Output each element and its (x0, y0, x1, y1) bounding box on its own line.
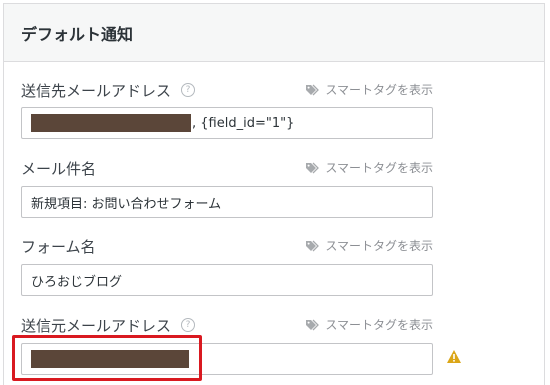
show-smart-tags-link[interactable]: スマートタグを表示 (305, 316, 433, 333)
field-email-subject: メール件名 スマートタグを表示 新規項目: お問い合わせフォーム (21, 157, 433, 218)
show-smart-tags-link[interactable]: スマートタグを表示 (305, 159, 433, 176)
field-id-value: , {field_id="1"} (192, 115, 295, 131)
field-label: 送信先メールアドレス (21, 81, 172, 100)
panel-header: デフォルト通知 (4, 4, 544, 62)
form-name-input[interactable]: ひろおじブログ (21, 264, 433, 296)
field-label: 送信元メールアドレス (21, 316, 172, 335)
smart-tag-label: スマートタグを表示 (325, 318, 433, 332)
send-to-email-input[interactable]: , {field_id="1"} (21, 107, 433, 139)
warning-triangle-icon (446, 349, 462, 368)
smart-tag-label: スマートタグを表示 (325, 161, 433, 175)
email-subject-input[interactable]: 新規項目: お問い合わせフォーム (21, 186, 433, 218)
smart-tag-label: スマートタグを表示 (325, 83, 433, 97)
tag-icon (305, 319, 320, 331)
field-label: フォーム名 (21, 237, 96, 256)
smart-tag-label: スマートタグを表示 (325, 239, 433, 253)
show-smart-tags-link[interactable]: スマートタグを表示 (305, 81, 433, 98)
tag-icon (305, 84, 320, 96)
redacted-email (31, 114, 191, 132)
field-label: メール件名 (21, 159, 97, 178)
question-circle-icon[interactable]: ? (181, 318, 196, 332)
field-send-to-email: 送信先メールアドレス ? スマートタグを表示 , {field_id="1"} (21, 79, 433, 139)
question-circle-icon[interactable]: ? (181, 83, 196, 97)
field-form-name: フォーム名 スマートタグを表示 ひろおじブログ (21, 235, 433, 296)
field-from-email: 送信元メールアドレス ? スマートタグを表示 (21, 314, 433, 375)
panel-title: デフォルト通知 (21, 24, 134, 44)
highlight-box (12, 335, 202, 381)
tag-icon (305, 162, 320, 174)
tag-icon (305, 240, 320, 252)
show-smart-tags-link[interactable]: スマートタグを表示 (305, 237, 433, 254)
